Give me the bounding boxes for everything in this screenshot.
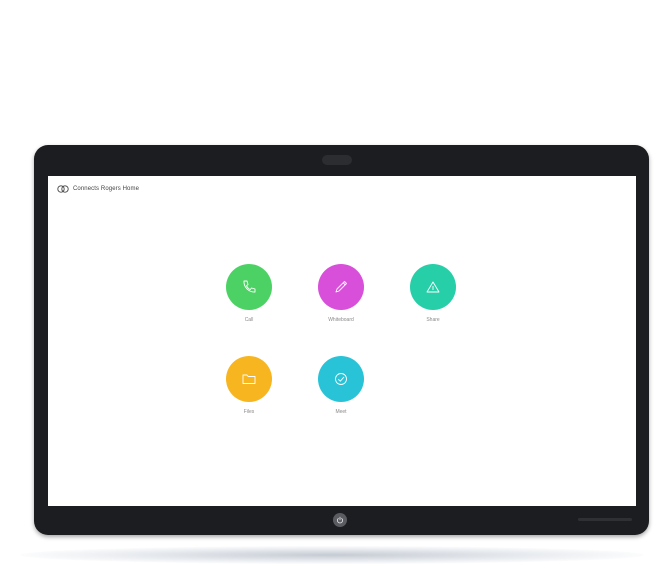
webex-logo-icon [57,185,69,193]
home-button[interactable] [333,513,347,527]
device-scene: Connects Rogers Home Call Whiteboard Sha… [0,0,664,568]
app-call-label: Call [244,317,254,323]
device-screen: Connects Rogers Home Call Whiteboard Sha… [48,176,636,506]
app-share[interactable]: Share [398,264,468,323]
floor-shadow [20,546,644,564]
screen-header: Connects Rogers Home [57,185,139,193]
app-whiteboard[interactable]: Whiteboard [306,264,376,323]
pen-icon [335,281,347,293]
app-share-label: Share [426,317,440,323]
app-call-circle[interactable] [226,264,272,310]
phone-icon [243,280,256,293]
app-meet[interactable]: Meet [306,356,376,415]
camera-module [322,155,352,165]
app-share-circle[interactable] [410,264,456,310]
app-whiteboard-label: Whiteboard [328,317,354,323]
device-name: Connects Rogers Home [73,186,140,192]
power-icon [337,516,343,524]
app-files[interactable]: Files [214,356,284,415]
share-icon [426,281,440,293]
speaker-strip [578,518,632,521]
app-call[interactable]: Call [214,264,284,323]
app-files-circle[interactable] [226,356,272,402]
folder-icon [242,374,256,384]
app-meet-circle[interactable] [318,356,364,402]
app-files-label: Files [243,409,255,415]
meet-icon [335,373,347,385]
app-whiteboard-circle[interactable] [318,264,364,310]
app-meet-label: Meet [335,409,347,415]
